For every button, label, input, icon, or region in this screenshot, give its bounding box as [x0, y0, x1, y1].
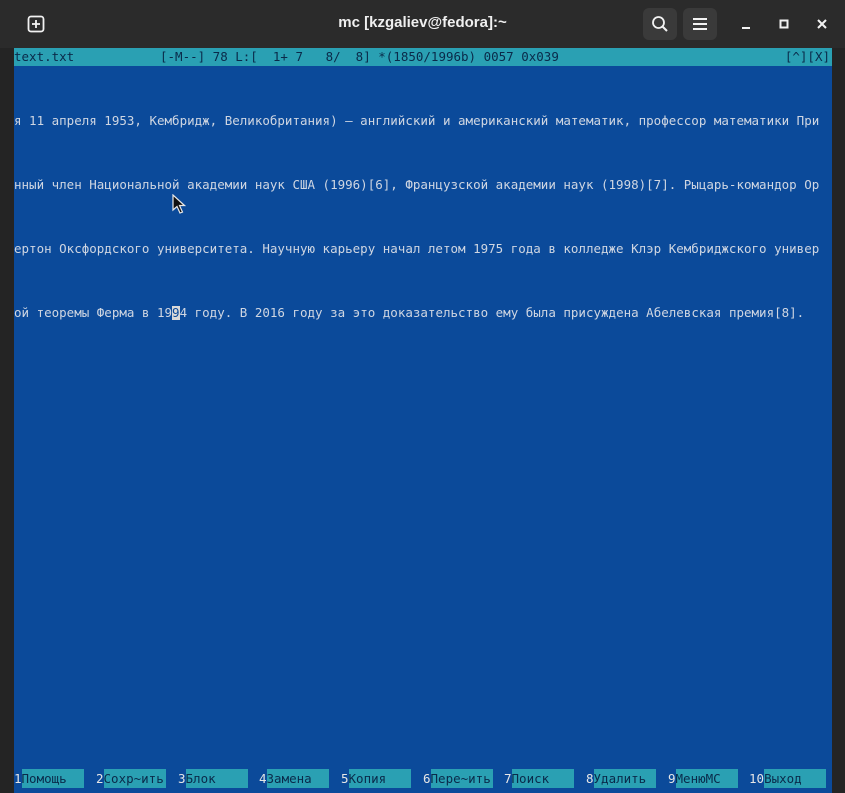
fkey-number: 4 [259, 771, 267, 786]
editor-line-3: ертон Оксфордского университета. Научную… [14, 242, 820, 256]
terminal-area[interactable]: text.txt [-M--] 78 L:[ 1+ 7 8/ 8] *(1850… [14, 48, 832, 793]
minimize-button[interactable] [729, 8, 763, 40]
hamburger-icon [693, 18, 707, 30]
close-button[interactable] [805, 8, 839, 40]
fkey-label: Поиск [511, 769, 574, 788]
window-title: mc [kzgaliev@fedora]:~ [338, 14, 507, 31]
fkey-number: 5 [341, 771, 349, 786]
search-button[interactable] [643, 8, 677, 40]
fkey-number: 8 [586, 771, 594, 786]
fkey-2[interactable]: 2Сохр~ить [96, 769, 166, 788]
fkey-number: 9 [668, 771, 676, 786]
fkey-number: 6 [423, 771, 431, 786]
fkey-label: Сохр~ить [103, 769, 166, 788]
text-cursor: 9 [172, 306, 180, 320]
fkey-6[interactable]: 6Пере~ить [423, 769, 493, 788]
fkey-label: МенюMC [675, 769, 738, 788]
cursor-line-before: ой теоремы Ферма в 19 [14, 306, 173, 320]
mouse-pointer-icon [172, 194, 186, 214]
editor-status-info: [-M--] 78 L:[ 1+ 7 8/ 8] *(1850/1996b) 0… [160, 49, 559, 64]
editor-filename: text.txt [14, 49, 75, 64]
fkey-label: Блок [185, 769, 248, 788]
fkey-label: Замена [266, 769, 329, 788]
fkey-number: 2 [96, 771, 104, 786]
search-icon [652, 16, 668, 32]
titlebar: mc [kzgaliev@fedora]:~ [0, 0, 845, 48]
minimize-icon [742, 27, 750, 29]
editor-line-2: нный член Национальной академии наук США… [14, 178, 820, 192]
close-icon [817, 19, 827, 29]
fkey-number: 7 [504, 771, 512, 786]
maximize-icon [779, 19, 789, 29]
fkey-5[interactable]: 5Копия [341, 769, 411, 788]
fkey-label: Удалить [593, 769, 656, 788]
status-buttons: [^][X] [785, 48, 830, 66]
editor-text-area[interactable]: я 11 апреля 1953, Кембридж, Великобритан… [14, 84, 832, 370]
fkey-number: 1 [14, 771, 22, 786]
function-key-bar: 1Помощь 2Сохр~ить 3Блок 4Замена 5Копия 6… [14, 769, 832, 788]
fkey-label: Копия [348, 769, 411, 788]
fkey-number: 10 [749, 771, 765, 786]
fkey-label: Помощь [21, 769, 84, 788]
fkey-4[interactable]: 4Замена [259, 769, 329, 788]
maximize-button[interactable] [767, 8, 801, 40]
fkey-9[interactable]: 9МенюMC [668, 769, 738, 788]
menu-button[interactable] [683, 8, 717, 40]
fkey-7[interactable]: 7Поиск [504, 769, 574, 788]
cursor-line-after: 4 году. В 2016 году за это доказательств… [179, 306, 812, 320]
fkey-label: Выход [764, 769, 827, 788]
close-editor-button[interactable]: [X] [807, 48, 830, 66]
scroll-up-button[interactable]: [^] [785, 48, 808, 66]
editor-line-4: ой теоремы Ферма в 1994 году. В 2016 год… [14, 306, 832, 340]
fkey-8[interactable]: 8Удалить [586, 769, 656, 788]
fkey-3[interactable]: 3Блок [178, 769, 248, 788]
fkey-1[interactable]: 1Помощь [14, 769, 84, 788]
fkey-10[interactable]: 10Выход [749, 769, 827, 788]
terminal-window: mc [kzgaliev@fedora]:~ text.txt [-M--] 7… [0, 0, 845, 793]
editor-status-line: text.txt [-M--] 78 L:[ 1+ 7 8/ 8] *(1850… [14, 48, 832, 66]
editor-line-1: я 11 апреля 1953, Кембридж, Великобритан… [14, 114, 820, 128]
fkey-number: 3 [178, 771, 186, 786]
fkey-label: Пере~ить [430, 769, 493, 788]
